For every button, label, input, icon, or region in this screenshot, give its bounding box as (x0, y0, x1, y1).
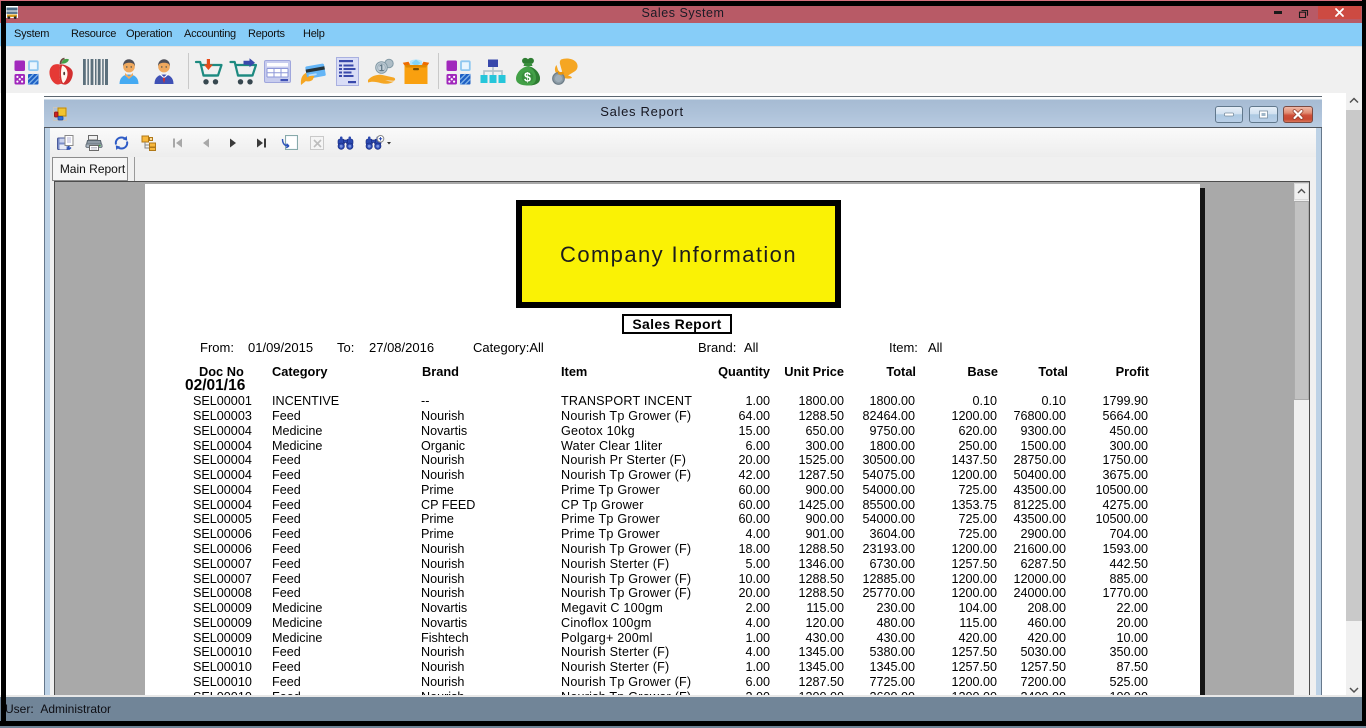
svg-text:$: $ (524, 70, 531, 84)
svg-text:1: 1 (379, 63, 384, 73)
